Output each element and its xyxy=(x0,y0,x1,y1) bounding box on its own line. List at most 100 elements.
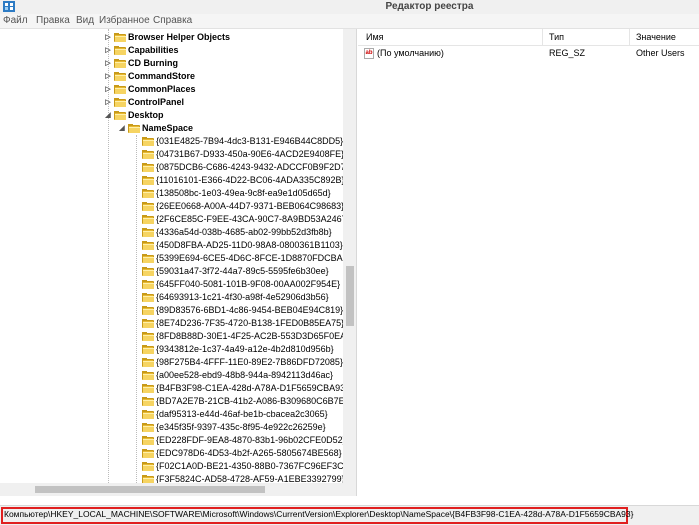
menu-help[interactable]: Справка xyxy=(153,15,192,26)
folder-icon xyxy=(128,124,140,133)
expand-arrow-icon[interactable]: ▷ xyxy=(104,44,112,57)
folder-icon xyxy=(142,202,154,211)
folder-icon xyxy=(142,397,154,406)
tree-key-guid[interactable]: {ED228FDF-9EA8-4870-83b1-96b02CFE0D52} xyxy=(0,434,346,447)
scrollbar-corner xyxy=(343,483,356,496)
tree-key-guid[interactable]: {8FD8B88D-30E1-4F25-AC2B-553D3D65F0EA} xyxy=(0,330,349,343)
collapse-arrow-icon[interactable]: ◢ xyxy=(118,122,126,135)
tree-item-label: {98F275B4-4FFF-11E0-89E2-7B86DFD72085} xyxy=(156,357,343,367)
tree-key-guid[interactable]: {04731B67-D933-450a-90E6-4ACD2E9408FE} xyxy=(0,148,344,161)
tree-horizontal-scrollbar[interactable] xyxy=(0,483,343,496)
tree-item-label: {89D83576-6BD1-4c86-9454-BEB04E94C819} xyxy=(156,305,344,315)
tree-key-guid[interactable]: {BD7A2E7B-21CB-41b2-A086-B309680C6B7E} xyxy=(0,395,348,408)
expand-arrow-icon[interactable]: ▷ xyxy=(104,70,112,83)
tree-item-label: Desktop xyxy=(128,110,164,120)
key-tree[interactable]: ▷ Browser Helper Objects ▷ Capabilities ▷ CD … xyxy=(0,29,357,496)
values-list[interactable]: Имя Тип Значение ab (По умолчанию) REG_S… xyxy=(358,29,699,496)
folder-icon xyxy=(114,33,126,42)
tree-key-guid[interactable]: {F02C1A0D-BE21-4350-88B0-7367FC96EF3C} xyxy=(0,460,347,473)
tree-key-guid[interactable]: {98F275B4-4FFF-11E0-89E2-7B86DFD72085} xyxy=(0,356,343,369)
tree-key-guid[interactable]: {59031a47-3f72-44a7-89c5-5595fe6b30ee} xyxy=(0,265,343,278)
folder-icon xyxy=(114,72,126,81)
tree-key-guid[interactable]: {9343812e-1c37-4a49-a12e-4b2d810d956b} xyxy=(0,343,343,356)
folder-icon xyxy=(142,358,154,367)
tree-item-label: CommandStore xyxy=(128,71,196,81)
tree-key-guid[interactable]: {11016101-E366-4D22-BC06-4ADA335C892B} xyxy=(0,174,344,187)
tree-horizontal-scrollbar-thumb[interactable] xyxy=(35,486,265,493)
tree-key-guid[interactable]: {031E4825-7B94-4dc3-B131-E946B44C8DD5} xyxy=(0,135,343,148)
folder-icon xyxy=(142,384,154,393)
tree-item-label: {a00ee528-ebd9-48b8-944a-8942113d46ac} xyxy=(156,370,333,380)
tree-key[interactable]: ▷ Capabilities xyxy=(0,44,343,57)
tree-item-label: {daf95313-e44d-46af-be1b-cbacea2c3065} xyxy=(156,409,328,419)
tree-key-guid[interactable]: {8E74D236-7F35-4720-B138-1FED0B85EA75} xyxy=(0,317,344,330)
folder-icon xyxy=(142,150,154,159)
column-header-value[interactable]: Значение xyxy=(636,32,676,42)
tree-key-guid[interactable]: {2F6CE85C-F9EE-43CA-90C7-8A9BD53A2467} xyxy=(0,213,350,226)
tree-key-guid[interactable]: {a00ee528-ebd9-48b8-944a-8942113d46ac} xyxy=(0,369,343,382)
tree-item-label: CommonPlaces xyxy=(128,84,196,94)
tree-key-namespace[interactable]: ◢ NameSpace xyxy=(0,122,343,135)
folder-icon xyxy=(142,163,154,172)
tree-key-guid[interactable]: {B4FB3F98-C1EA-428d-A78A-D1F5659CBA93} xyxy=(0,382,348,395)
menu-favorites[interactable]: Избранное xyxy=(99,15,150,26)
folder-icon xyxy=(114,111,126,120)
tree-key-guid[interactable]: {e345f35f-9397-435c-8f95-4e922c26259e} xyxy=(0,421,343,434)
folder-icon xyxy=(114,46,126,55)
folder-icon xyxy=(142,319,154,328)
tree-key[interactable]: ◢ Desktop xyxy=(0,109,343,122)
folder-icon xyxy=(142,137,154,146)
tree-key-guid[interactable]: {89D83576-6BD1-4c86-9454-BEB04E94C819} xyxy=(0,304,343,317)
tree-key-guid[interactable]: {645FF040-5081-101B-9F08-00AA002F954E} xyxy=(0,278,343,291)
column-header-type[interactable]: Тип xyxy=(549,32,564,42)
folder-icon xyxy=(114,98,126,107)
tree-key[interactable]: ▷ ControlPanel xyxy=(0,96,343,109)
tree-vertical-scrollbar[interactable] xyxy=(343,29,356,496)
expand-arrow-icon[interactable]: ▷ xyxy=(104,57,112,70)
tree-key[interactable]: ▷ CommonPlaces xyxy=(0,83,343,96)
folder-icon xyxy=(142,449,154,458)
tree-key-guid[interactable]: {4336a54d-038b-4685-ab02-99bb52d3fb8b} xyxy=(0,226,343,239)
column-separator[interactable] xyxy=(629,29,630,46)
expand-arrow-icon[interactable]: ▷ xyxy=(104,96,112,109)
tree-key[interactable]: ▷ CD Burning xyxy=(0,57,343,70)
menu-file[interactable]: Файл xyxy=(3,15,28,26)
folder-icon xyxy=(142,293,154,302)
folder-icon xyxy=(142,410,154,419)
column-header-name[interactable]: Имя xyxy=(366,32,384,42)
tree-key-guid[interactable]: {EDC978D6-4D53-4b2f-A265-5805674BE568} xyxy=(0,447,343,460)
folder-icon xyxy=(142,280,154,289)
tree-item-label: {0875DCB6-C686-4243-9432-ADCCF0B9F2D7} xyxy=(156,162,349,172)
folder-icon xyxy=(142,267,154,276)
tree-item-label: NameSpace xyxy=(142,123,194,133)
tree-item-label: {e345f35f-9397-435c-8f95-4e922c26259e} xyxy=(156,422,326,432)
tree-vertical-scrollbar-thumb[interactable] xyxy=(346,266,354,326)
menu-edit[interactable]: Правка xyxy=(36,15,70,26)
collapse-arrow-icon[interactable]: ◢ xyxy=(104,109,112,122)
folder-icon xyxy=(142,254,154,263)
tree-key-guid[interactable]: {138508bc-1e03-49ea-9c8f-ea9e1d05d65d} xyxy=(0,187,343,200)
menu-view[interactable]: Вид xyxy=(76,15,94,26)
tree-key-guid[interactable]: {daf95313-e44d-46af-be1b-cbacea2c3065} xyxy=(0,408,343,421)
column-separator[interactable] xyxy=(542,29,543,46)
tree-key[interactable]: ▷ Browser Helper Objects xyxy=(0,31,343,44)
tree-key[interactable]: ▷ CommandStore xyxy=(0,70,343,83)
expand-arrow-icon[interactable]: ▷ xyxy=(104,83,112,96)
tree-key-guid[interactable]: {5399E694-6CE5-4D6C-8FCE-1D8870FDCBA0} xyxy=(0,252,351,265)
folder-icon xyxy=(142,228,154,237)
tree-item-label: Browser Helper Objects xyxy=(128,32,231,42)
tree-item-label: {F02C1A0D-BE21-4350-88B0-7367FC96EF3C} xyxy=(156,461,347,471)
folder-icon xyxy=(142,241,154,250)
tree-key-guid[interactable]: {64693913-1c21-4f30-a98f-4e52906d3b56} xyxy=(0,291,343,304)
tree-key-guid[interactable]: {26EE0668-A00A-44D7-9371-BEB064C98683} xyxy=(0,200,344,213)
tree-key-guid[interactable]: {0875DCB6-C686-4243-9432-ADCCF0B9F2D7} xyxy=(0,161,349,174)
expand-arrow-icon[interactable]: ▷ xyxy=(104,31,112,44)
tree-item-label: {450D8FBA-AD25-11D0-98A8-0800361B1103} xyxy=(156,240,343,250)
tree-item-label: {2F6CE85C-F9EE-43CA-90C7-8A9BD53A2467} xyxy=(156,214,350,224)
folder-icon xyxy=(142,332,154,341)
tree-key-guid[interactable]: {450D8FBA-AD25-11D0-98A8-0800361B1103} xyxy=(0,239,343,252)
folder-icon xyxy=(142,436,154,445)
tree-item-label: CD Burning xyxy=(128,58,178,68)
folder-icon xyxy=(142,215,154,224)
value-row-default[interactable]: ab (По умолчанию) REG_SZ Other Users xyxy=(358,48,699,61)
